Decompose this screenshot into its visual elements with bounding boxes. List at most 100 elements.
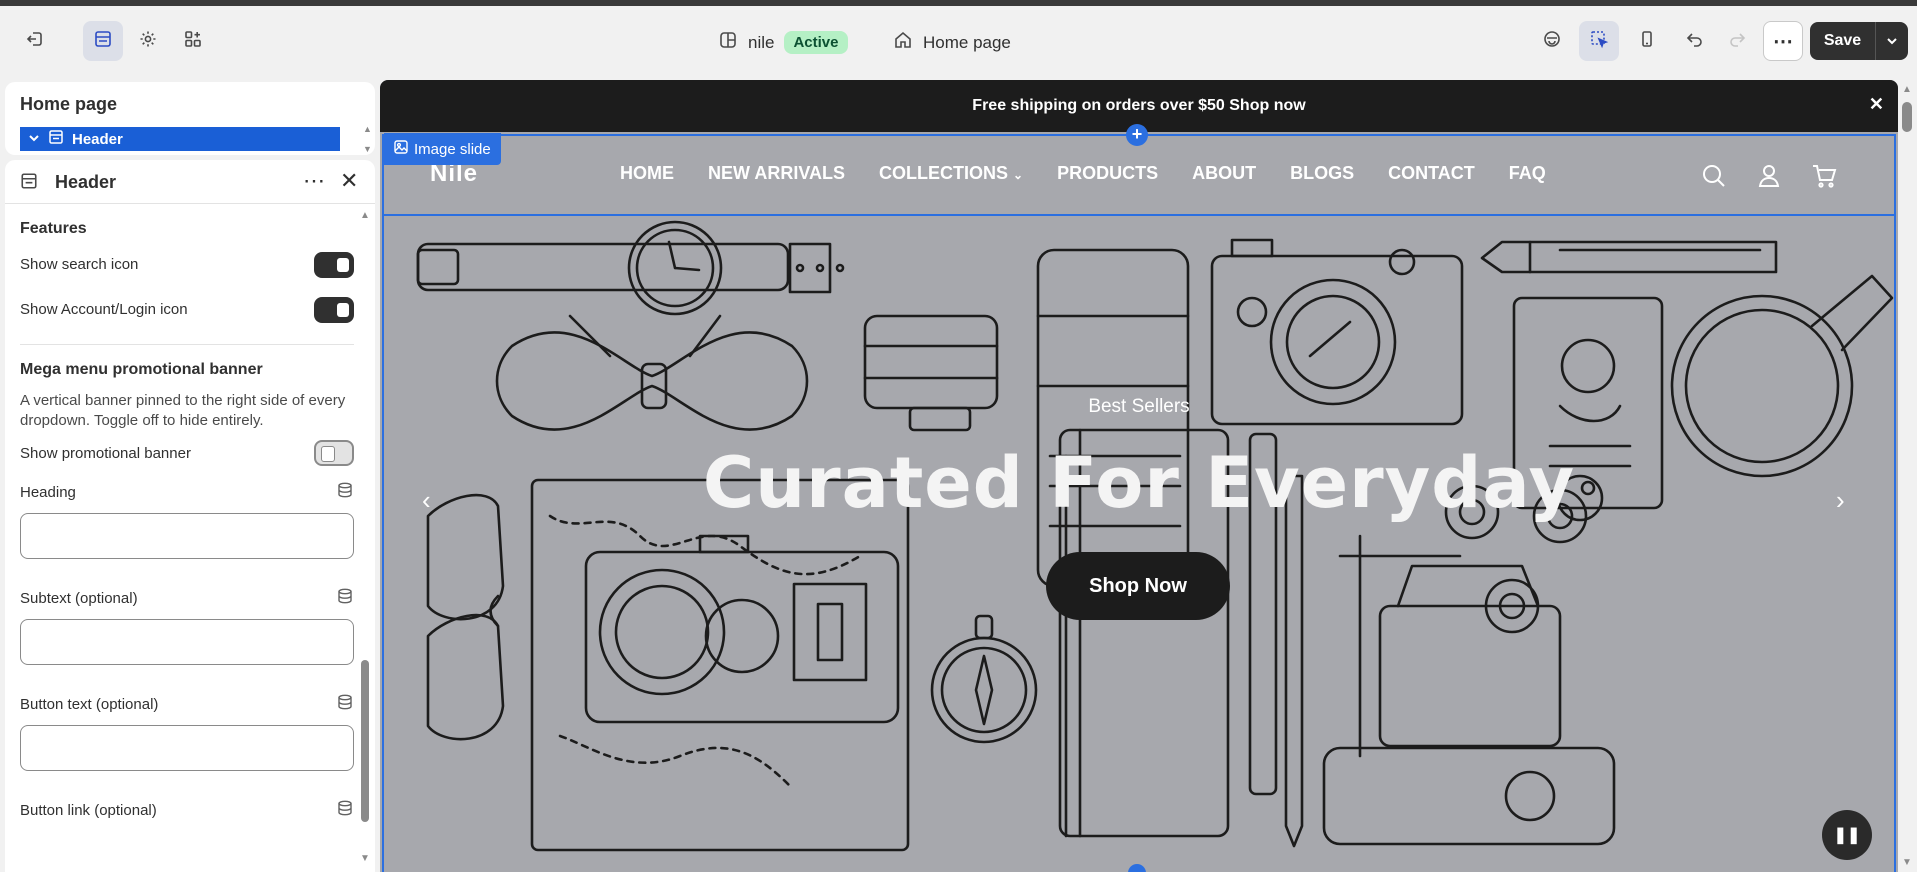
show-account-row: Show Account/Login icon (20, 287, 354, 332)
outline-item-label: Header (72, 130, 123, 148)
heading-label: Heading (20, 483, 76, 501)
undo-icon (1685, 29, 1705, 54)
mobile-icon (1637, 29, 1657, 54)
show-account-label: Show Account/Login icon (20, 301, 188, 318)
page-selector[interactable]: Home page (893, 30, 1011, 55)
scroll-up-icon[interactable]: ▲ (1902, 84, 1912, 95)
show-promo-row: Show promotional banner (20, 431, 354, 475)
settings-body: Features Show search icon Show Account/L… (20, 220, 354, 821)
redo-button[interactable] (1717, 21, 1757, 61)
cursor-select-icon (1589, 29, 1609, 54)
button-text-input[interactable] (20, 725, 354, 771)
main-nav: HOME NEW ARRIVALS COLLECTIONS ⌄ PRODUCTS… (620, 163, 1546, 184)
show-search-label: Show search icon (20, 256, 139, 273)
more-options-icon[interactable]: ⋯ (303, 168, 325, 194)
nav-faq[interactable]: FAQ (1509, 163, 1546, 184)
outline-panel: Home page Header ▲ ▼ (5, 82, 375, 155)
button-link-field-label: Button link (optional) (20, 799, 354, 821)
store-preview: Free shipping on orders over $50 Shop no… (380, 80, 1898, 872)
home-icon (893, 30, 913, 55)
apps-icon (183, 29, 203, 54)
chevron-down-icon[interactable] (28, 131, 40, 148)
mega-menu-description: A vertical banner pinned to the right si… (20, 392, 346, 429)
show-search-row: Show search icon (20, 242, 354, 287)
status-badge: Active (784, 31, 848, 54)
button-link-label: Button link (optional) (20, 801, 157, 819)
slide-selection-outline (382, 216, 1896, 872)
nav-about[interactable]: ABOUT (1192, 163, 1256, 184)
redo-icon (1727, 29, 1747, 54)
cart-icon[interactable] (1811, 163, 1837, 189)
undo-button[interactable] (1675, 21, 1715, 61)
preview-inspector-button[interactable] (1532, 21, 1572, 61)
settings-scrollbar[interactable]: ▲ ▼ (360, 210, 370, 870)
show-account-toggle[interactable] (314, 296, 354, 323)
chevron-down-icon: ⌄ (1013, 168, 1024, 182)
page-name: Home page (923, 32, 1011, 52)
dynamic-source-icon[interactable] (336, 799, 354, 821)
save-label: Save (1810, 22, 1876, 60)
heading-input[interactable] (20, 513, 354, 559)
nav-contact[interactable]: CONTACT (1388, 163, 1475, 184)
close-icon[interactable]: ✕ (340, 168, 358, 194)
button-text-field-label: Button text (optional) (20, 693, 354, 715)
nav-blogs[interactable]: BLOGS (1290, 163, 1354, 184)
heading-field-label: Heading (20, 481, 354, 503)
outline-scrollbar[interactable]: ▲ ▼ (363, 124, 372, 154)
nav-collections-label: COLLECTIONS (879, 163, 1008, 183)
editor-topbar: nile Active Home page ⋯ Save (0, 6, 1917, 76)
show-promo-toggle[interactable] (314, 440, 354, 466)
shop-now-button[interactable]: Shop Now (1046, 552, 1230, 620)
outline-title: Home page (20, 94, 118, 114)
apps-button[interactable] (173, 21, 213, 61)
select-element-button[interactable] (1579, 21, 1619, 61)
subtext-field-label: Subtext (optional) (20, 587, 354, 609)
scroll-up-icon[interactable]: ▲ (360, 210, 370, 221)
dynamic-source-icon[interactable] (336, 587, 354, 609)
section-tag[interactable]: Image slide (384, 133, 501, 165)
section-tag-label: Image slide (414, 140, 491, 158)
theme-icon (718, 30, 738, 55)
account-icon[interactable] (1756, 163, 1782, 189)
dynamic-source-icon[interactable] (336, 481, 354, 503)
chevron-down-icon[interactable] (1876, 34, 1908, 48)
scroll-thumb[interactable] (361, 660, 369, 822)
more-actions-button[interactable]: ⋯ (1763, 21, 1803, 61)
settings-title: Header (55, 172, 117, 192)
preview-scrollbar[interactable]: ▲ ▼ (1898, 80, 1917, 872)
nav-collections[interactable]: COLLECTIONS ⌄ (879, 163, 1023, 184)
nav-products[interactable]: PRODUCTS (1057, 163, 1158, 184)
show-search-toggle[interactable] (314, 251, 354, 278)
add-section-icon[interactable]: + (1126, 124, 1148, 146)
subtext-label: Subtext (optional) (20, 589, 138, 607)
image-icon (394, 140, 408, 158)
nav-home[interactable]: HOME (620, 163, 674, 184)
save-button[interactable]: Save (1810, 22, 1908, 60)
divider (20, 344, 354, 345)
section-icon (20, 172, 38, 195)
theme-selector[interactable]: nile Active (718, 30, 848, 55)
scroll-down-icon[interactable]: ▼ (1902, 857, 1912, 868)
outline-item-header[interactable]: Header (20, 127, 340, 151)
nav-new-arrivals[interactable]: NEW ARRIVALS (708, 163, 845, 184)
mega-menu-heading: Mega menu promotional banner (20, 361, 263, 378)
announcement-text: Free shipping on orders over $50 Shop no… (972, 97, 1306, 114)
store-name: nile (748, 32, 775, 52)
button-text-label: Button text (optional) (20, 695, 159, 713)
settings-header: Header ⋯ ✕ (5, 160, 375, 204)
search-icon[interactable] (1701, 163, 1727, 189)
subtext-input[interactable] (20, 619, 354, 665)
sections-tab-button[interactable] (83, 21, 123, 61)
dynamic-source-icon[interactable] (336, 693, 354, 715)
settings-panel: Header ⋯ ✕ Features Show search icon Sho… (5, 160, 375, 872)
close-icon[interactable]: ✕ (1869, 94, 1884, 115)
ellipsis-icon: ⋯ (1773, 30, 1793, 53)
scroll-down-icon[interactable]: ▼ (360, 853, 370, 864)
sections-icon (93, 29, 113, 54)
scroll-thumb[interactable] (1902, 102, 1912, 132)
theme-settings-button[interactable] (128, 21, 168, 61)
exit-button[interactable] (15, 21, 55, 61)
mobile-view-button[interactable] (1627, 21, 1667, 61)
section-icon (48, 129, 64, 149)
gear-icon (138, 29, 158, 54)
